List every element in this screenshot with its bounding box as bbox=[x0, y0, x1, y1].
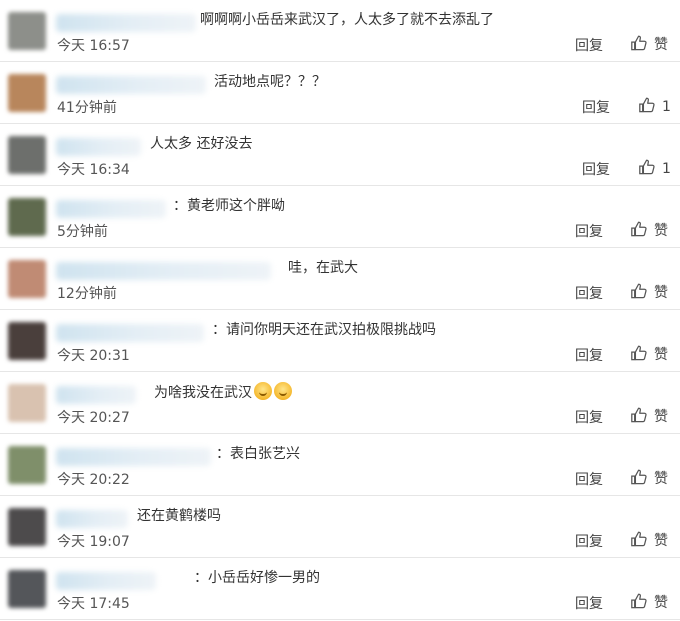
avatar[interactable] bbox=[8, 74, 46, 112]
comment-time: 今天 17:45 bbox=[57, 596, 130, 612]
comment-time: 今天 20:27 bbox=[57, 410, 130, 426]
like-button[interactable]: 赞 bbox=[630, 220, 668, 242]
comment-time: 今天 20:22 bbox=[57, 472, 130, 488]
thumbs-up-icon bbox=[630, 282, 648, 304]
reply-button[interactable]: 回复 bbox=[575, 532, 603, 552]
avatar[interactable] bbox=[8, 322, 46, 360]
reply-button[interactable]: 回复 bbox=[575, 36, 603, 56]
reply-button[interactable]: 回复 bbox=[582, 160, 610, 180]
comment-time: 今天 20:31 bbox=[57, 348, 130, 364]
comment-text: ：表白张艺兴 bbox=[216, 446, 300, 462]
thumbs-up-icon bbox=[630, 592, 648, 614]
comment-text: 啊啊啊小岳岳来武汉了，人太多了就不去添乱了 bbox=[200, 12, 494, 28]
avatar[interactable] bbox=[8, 136, 46, 174]
comment-item: 啊啊啊小岳岳来武汉了，人太多了就不去添乱了 今天 16:57 回复 赞 bbox=[0, 0, 680, 62]
comment-text: 还在黄鹤楼吗 bbox=[137, 508, 221, 524]
reply-button[interactable]: 回复 bbox=[575, 594, 603, 614]
like-label: 赞 bbox=[654, 595, 668, 611]
comment-item: 为啥我没在武汉 今天 20:27 回复 赞 bbox=[0, 372, 680, 434]
pray-emoji-icon bbox=[274, 382, 292, 400]
username-blurred[interactable] bbox=[56, 14, 196, 32]
reply-button[interactable]: 回复 bbox=[575, 346, 603, 366]
like-button[interactable]: 赞 bbox=[630, 282, 668, 304]
thumbs-up-icon bbox=[630, 220, 648, 242]
comment-text: ：请问你明天还在武汉拍极限挑战吗 bbox=[212, 322, 436, 338]
comment-time: 今天 16:34 bbox=[57, 162, 130, 178]
thumbs-up-icon bbox=[630, 34, 648, 56]
like-button[interactable]: 赞 bbox=[630, 592, 668, 614]
avatar[interactable] bbox=[8, 570, 46, 608]
comment-text: ：小岳岳好惨一男的 bbox=[194, 570, 320, 586]
like-button[interactable]: 1 bbox=[638, 96, 671, 118]
comment-text: 哇，在武大 bbox=[288, 260, 358, 276]
like-button[interactable]: 1 bbox=[638, 158, 671, 180]
thumbs-up-icon bbox=[630, 468, 648, 490]
username-blurred[interactable] bbox=[56, 138, 141, 156]
thumbs-up-icon bbox=[630, 344, 648, 366]
avatar[interactable] bbox=[8, 508, 46, 546]
comment-time: 今天 16:57 bbox=[57, 38, 130, 54]
username-blurred[interactable] bbox=[56, 324, 204, 342]
comment-item: ：黄老师这个胖呦 5分钟前 回复 赞 bbox=[0, 186, 680, 248]
username-blurred[interactable] bbox=[56, 262, 271, 280]
comment-item: 哇，在武大 12分钟前 回复 赞 bbox=[0, 248, 680, 310]
like-label: 1 bbox=[662, 99, 671, 115]
avatar[interactable] bbox=[8, 260, 46, 298]
like-label: 赞 bbox=[654, 347, 668, 363]
reply-button[interactable]: 回复 bbox=[582, 98, 610, 118]
username-blurred[interactable] bbox=[56, 448, 211, 466]
comment-item: 人太多 还好没去 今天 16:34 回复 1 bbox=[0, 124, 680, 186]
comment-time: 41分钟前 bbox=[57, 100, 117, 116]
username-blurred[interactable] bbox=[56, 200, 166, 218]
like-label: 赞 bbox=[654, 285, 668, 301]
like-button[interactable]: 赞 bbox=[630, 530, 668, 552]
avatar[interactable] bbox=[8, 12, 46, 50]
thumbs-up-icon bbox=[638, 96, 656, 118]
avatar[interactable] bbox=[8, 446, 46, 484]
comment-item: ：请问你明天还在武汉拍极限挑战吗 今天 20:31 回复 赞 bbox=[0, 310, 680, 372]
comment-text: 人太多 还好没去 bbox=[150, 136, 253, 152]
comment-text: 为啥我没在武汉 bbox=[154, 382, 292, 403]
like-label: 赞 bbox=[654, 223, 668, 239]
comment-time: 今天 19:07 bbox=[57, 534, 130, 550]
comment-time: 12分钟前 bbox=[57, 286, 117, 302]
like-button[interactable]: 赞 bbox=[630, 34, 668, 56]
username-blurred[interactable] bbox=[56, 572, 156, 590]
like-label: 赞 bbox=[654, 409, 668, 425]
reply-button[interactable]: 回复 bbox=[575, 222, 603, 242]
like-label: 赞 bbox=[654, 471, 668, 487]
like-label: 赞 bbox=[654, 533, 668, 549]
reply-button[interactable]: 回复 bbox=[575, 408, 603, 428]
comment-text: ：黄老师这个胖呦 bbox=[173, 198, 285, 214]
comment-time: 5分钟前 bbox=[57, 224, 108, 240]
avatar[interactable] bbox=[8, 384, 46, 422]
reply-button[interactable]: 回复 bbox=[575, 284, 603, 304]
like-label: 1 bbox=[662, 161, 671, 177]
comment-text: 活动地点呢？？？ bbox=[214, 74, 326, 90]
username-blurred[interactable] bbox=[56, 76, 206, 94]
comment-item: 活动地点呢？？？ 41分钟前 回复 1 bbox=[0, 62, 680, 124]
username-blurred[interactable] bbox=[56, 386, 136, 404]
thumbs-up-icon bbox=[630, 406, 648, 428]
username-blurred[interactable] bbox=[56, 510, 128, 528]
comment-item: ：小岳岳好惨一男的 今天 17:45 回复 赞 bbox=[0, 558, 680, 620]
thumbs-up-icon bbox=[630, 530, 648, 552]
like-button[interactable]: 赞 bbox=[630, 468, 668, 490]
like-button[interactable]: 赞 bbox=[630, 344, 668, 366]
pray-emoji-icon bbox=[254, 382, 272, 400]
avatar[interactable] bbox=[8, 198, 46, 236]
comment-item: ：表白张艺兴 今天 20:22 回复 赞 bbox=[0, 434, 680, 496]
thumbs-up-icon bbox=[638, 158, 656, 180]
reply-button[interactable]: 回复 bbox=[575, 470, 603, 490]
like-button[interactable]: 赞 bbox=[630, 406, 668, 428]
comment-item: 还在黄鹤楼吗 今天 19:07 回复 赞 bbox=[0, 496, 680, 558]
like-label: 赞 bbox=[654, 37, 668, 53]
